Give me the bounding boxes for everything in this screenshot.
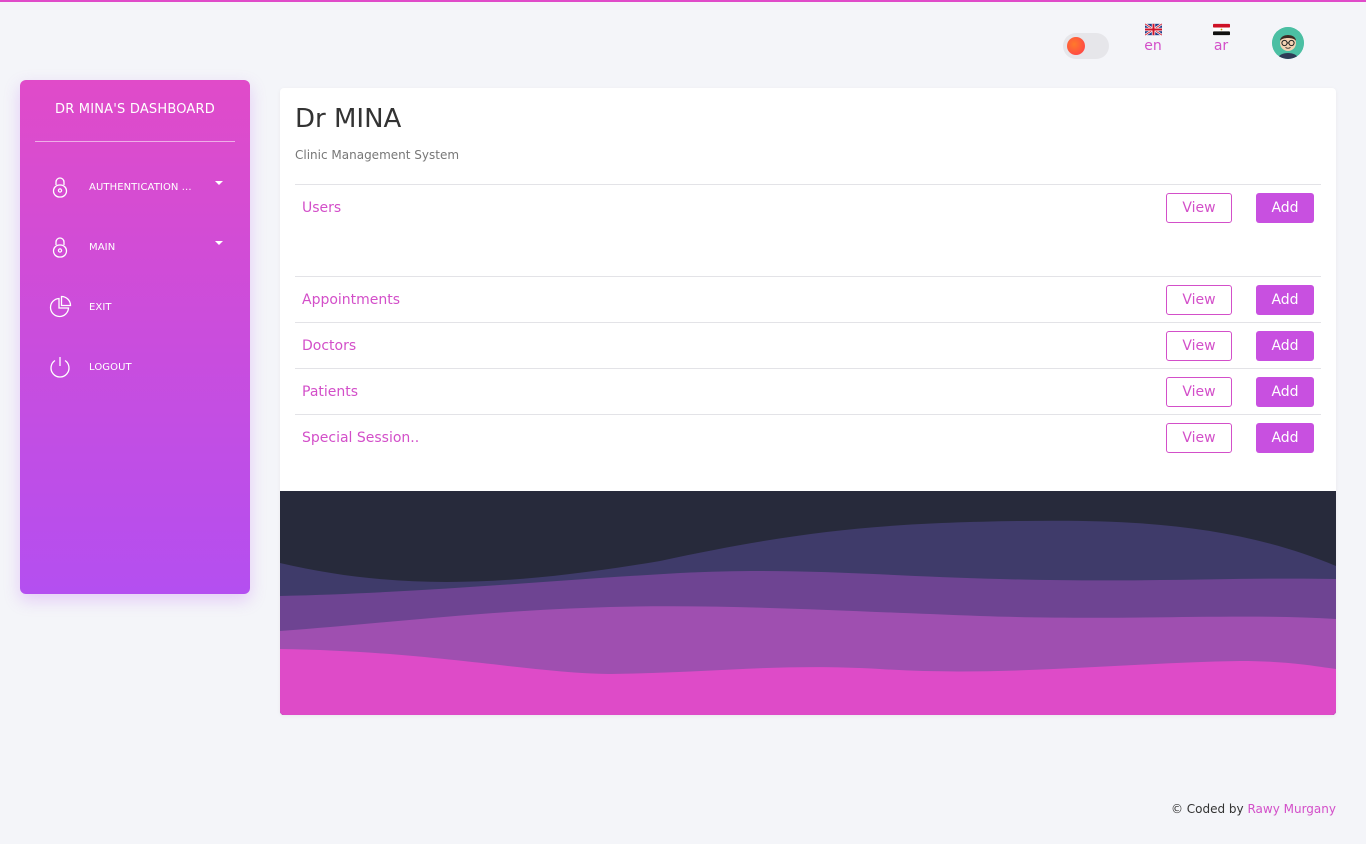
egypt-flag-icon [1212,23,1230,36]
table-row: Patients View Add [295,369,1321,415]
top-accent-line [0,0,1366,2]
row-link-patients[interactable]: Patients [302,384,358,400]
row-link-doctors[interactable]: Doctors [302,338,356,354]
lock-icon [52,237,68,258]
table-row: Users View Add [295,185,1321,231]
language-en-label: en [1144,38,1162,54]
sidebar-item-logout[interactable]: LOGOUT [48,352,223,382]
view-patients-button[interactable]: View [1166,377,1232,407]
view-users-button[interactable]: View [1166,193,1232,223]
sidebar-item-label: MAIN [89,241,116,253]
sidebar-item-label: LOGOUT [89,361,132,373]
sidebar-item-exit[interactable]: EXIT [48,292,223,322]
sidebar-item-main[interactable]: MAIN [48,232,223,262]
sidebar-title: DR MINA'S DASHBOARD [55,102,215,117]
page-title: Dr MINA [295,104,402,134]
power-icon [50,357,70,378]
row-link-special-sessions[interactable]: Special Session.. [302,430,419,446]
uk-flag-icon [1144,23,1162,36]
sidebar-divider [35,141,235,142]
table-row: Appointments View Add [295,277,1321,323]
decorative-waves [280,491,1336,715]
user-avatar-icon[interactable] [1272,27,1304,59]
page-subtitle: Clinic Management System [295,148,460,162]
pie-chart-icon [49,295,72,318]
add-special-sessions-button[interactable]: Add [1256,423,1314,453]
language-en[interactable]: en [1133,23,1173,54]
theme-toggle-icon [1067,37,1085,55]
add-doctors-button[interactable]: Add [1256,331,1314,361]
add-patients-button[interactable]: Add [1256,377,1314,407]
chevron-down-icon [215,181,223,185]
sidebar-item-label: EXIT [89,301,112,313]
footer-prefix: © Coded by [1170,802,1244,816]
row-link-users[interactable]: Users [302,200,341,216]
main-card: Dr MINA Clinic Management System Users V… [280,88,1336,715]
view-appointments-button[interactable]: View [1166,285,1232,315]
sidebar-item-label: AUTHENTICATION ... [89,181,192,193]
footer: © Coded by Rawy Murgany [1171,802,1336,816]
add-appointments-button[interactable]: Add [1256,285,1314,315]
row-link-appointments[interactable]: Appointments [302,292,400,308]
view-special-sessions-button[interactable]: View [1166,423,1232,453]
language-ar-label: ar [1213,38,1229,54]
add-users-button[interactable]: Add [1256,193,1314,223]
sidebar-item-authentication[interactable]: AUTHENTICATION ... [48,172,223,202]
view-doctors-button[interactable]: View [1166,331,1232,361]
sidebar: DR MINA'S DASHBOARD AUTHENTICATION ... M… [20,80,250,594]
table-row: Special Session.. View Add [295,415,1321,461]
lock-icon [52,177,68,198]
chevron-down-icon [215,241,223,245]
language-ar[interactable]: ar [1201,23,1241,54]
author-link[interactable]: Rawy Murgany [1247,802,1336,816]
table-row: Doctors View Add [295,323,1321,369]
theme-toggle[interactable] [1063,33,1109,59]
